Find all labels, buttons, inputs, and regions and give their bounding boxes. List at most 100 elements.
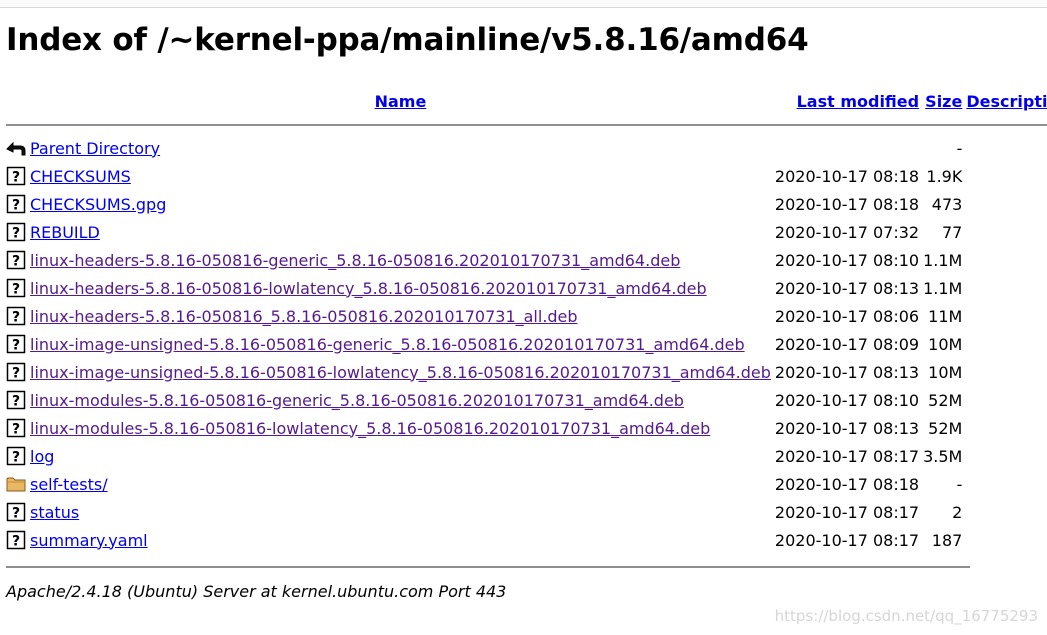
header-description: Description (964, 86, 1047, 116)
header-last-modified: Last modified (773, 86, 921, 116)
svg-text:?: ? (12, 282, 20, 298)
file-link[interactable]: linux-headers-5.8.16-050816-lowlatency_5… (30, 279, 707, 298)
row-icon-cell: ? (4, 386, 28, 414)
svg-text:?: ? (12, 506, 20, 522)
row-size-cell: 1.1M (923, 278, 963, 298)
table-row: ? status 2020-10-17 08:17 2 (4, 498, 1047, 526)
row-desc-cell (964, 274, 1047, 302)
row-date-cell: 2020-10-17 08:06 (774, 306, 920, 326)
row-icon-cell: ? (4, 498, 28, 526)
file-link[interactable]: self-tests/ (30, 475, 108, 494)
row-icon-cell: ? (4, 190, 28, 218)
row-name-cell: linux-headers-5.8.16-050816-lowlatency_5… (28, 274, 773, 302)
file-link[interactable]: log (30, 447, 54, 466)
folder-icon (6, 474, 26, 494)
parent-desc-cell (964, 134, 1047, 162)
row-icon-cell: ? (4, 442, 28, 470)
row-icon-cell (4, 470, 28, 498)
row-size-cell: 3.5M (923, 446, 963, 466)
file-link[interactable]: status (30, 503, 79, 522)
row-size-cell: 2 (952, 502, 963, 522)
row-name-cell: REBUILD (28, 218, 773, 246)
row-date-cell: 2020-10-17 08:17 (774, 446, 920, 466)
row-date-cell: 2020-10-17 08:10 (774, 250, 920, 270)
file-link[interactable]: summary.yaml (30, 531, 148, 550)
row-desc-cell (964, 218, 1047, 246)
table-row: ? linux-headers-5.8.16-050816-lowlatency_… (4, 274, 1047, 302)
row-date-cell: 2020-10-17 08:18 (774, 474, 920, 494)
unknown-file-icon: ? (6, 418, 26, 438)
listing-body: Parent Directory - ? CHECKSUMS 2020-10-17 … (4, 134, 1047, 554)
row-date-cell: 2020-10-17 08:17 (774, 502, 920, 522)
unknown-file-icon: ? (6, 250, 26, 270)
header-icon-cell (4, 86, 28, 116)
unknown-file-icon: ? (6, 306, 26, 326)
unknown-file-icon: ? (6, 390, 26, 410)
directory-listing: Name Last modified Size Description (4, 86, 1047, 554)
unknown-file-icon: ? (6, 194, 26, 214)
file-link[interactable]: CHECKSUMS (30, 167, 131, 186)
row-size-cell: - (956, 474, 963, 494)
row-name-cell: log (28, 442, 773, 470)
row-date-cell: 2020-10-17 08:13 (774, 278, 920, 298)
unknown-file-icon: ? (6, 502, 26, 522)
unknown-file-icon: ? (6, 530, 26, 550)
unknown-file-icon: ? (6, 278, 26, 298)
file-link[interactable]: linux-image-unsigned-5.8.16-050816-gener… (30, 335, 745, 354)
row-desc-cell (964, 470, 1047, 498)
sort-by-description-link[interactable]: Description (966, 92, 1047, 111)
table-row: ? linux-image-unsigned-5.8.16-050816-gene… (4, 330, 1047, 358)
unknown-file-icon: ? (6, 446, 26, 466)
row-name-cell: linux-headers-5.8.16-050816-generic_5.8.… (28, 246, 773, 274)
svg-text:?: ? (12, 450, 20, 466)
sort-by-date-link[interactable]: Last modified (797, 92, 920, 111)
row-desc-cell (964, 526, 1047, 554)
row-desc-cell (964, 246, 1047, 274)
svg-text:?: ? (12, 534, 20, 550)
file-link[interactable]: linux-modules-5.8.16-050816-generic_5.8.… (30, 391, 684, 410)
row-icon-cell: ? (4, 302, 28, 330)
svg-text:?: ? (12, 338, 20, 354)
file-link[interactable]: REBUILD (30, 223, 100, 242)
unknown-file-icon: ? (6, 362, 26, 382)
parent-directory-link[interactable]: Parent Directory (30, 139, 160, 158)
file-link[interactable]: CHECKSUMS.gpg (30, 195, 166, 214)
header-name: Name (28, 86, 773, 116)
table-row: ? REBUILD 2020-10-17 07:32 77 (4, 218, 1047, 246)
row-desc-cell (964, 414, 1047, 442)
row-name-cell: CHECKSUMS (28, 162, 773, 190)
back-icon (6, 138, 26, 158)
table-row: ? linux-modules-5.8.16-050816-generic_5.8… (4, 386, 1047, 414)
sort-by-name-link[interactable]: Name (375, 92, 427, 111)
parent-size-cell: - (956, 138, 963, 158)
table-row: ? summary.yaml 2020-10-17 08:17 187 (4, 526, 1047, 554)
row-icon-cell: ? (4, 330, 28, 358)
file-link[interactable]: linux-image-unsigned-5.8.16-050816-lowla… (30, 363, 771, 382)
row-size-cell: 77 (941, 222, 963, 242)
svg-text:?: ? (12, 170, 20, 186)
row-icon-cell: ? (4, 414, 28, 442)
parent-directory-row: Parent Directory - (4, 134, 1047, 162)
sort-by-size-link[interactable]: Size (925, 92, 962, 111)
file-link[interactable]: linux-headers-5.8.16-050816-generic_5.8.… (30, 251, 680, 270)
svg-text:?: ? (12, 198, 20, 214)
file-link[interactable]: linux-modules-5.8.16-050816-lowlatency_5… (30, 419, 710, 438)
watermark: https://blog.csdn.net/qq_16775293 (774, 607, 1038, 625)
footer-divider (6, 566, 970, 568)
row-size-cell: 1.9K (926, 166, 963, 186)
row-date-cell: 2020-10-17 08:18 (774, 166, 920, 186)
row-desc-cell (964, 358, 1047, 386)
table-row: ? CHECKSUMS 2020-10-17 08:18 1.9K (4, 162, 1047, 190)
row-name-cell: linux-headers-5.8.16-050816_5.8.16-05081… (28, 302, 773, 330)
unknown-file-icon: ? (6, 334, 26, 354)
table-row: ? linux-image-unsigned-5.8.16-050816-lowl… (4, 358, 1047, 386)
row-icon-cell: ? (4, 358, 28, 386)
unknown-file-icon: ? (6, 166, 26, 186)
file-link[interactable]: linux-headers-5.8.16-050816_5.8.16-05081… (30, 307, 578, 326)
svg-text:?: ? (12, 310, 20, 326)
table-row: ? CHECKSUMS.gpg 2020-10-17 08:18 473 (4, 190, 1047, 218)
row-date-cell: 2020-10-17 08:17 (774, 530, 920, 550)
row-size-cell: 473 (931, 194, 963, 214)
row-name-cell: CHECKSUMS.gpg (28, 190, 773, 218)
unknown-file-icon: ? (6, 222, 26, 242)
